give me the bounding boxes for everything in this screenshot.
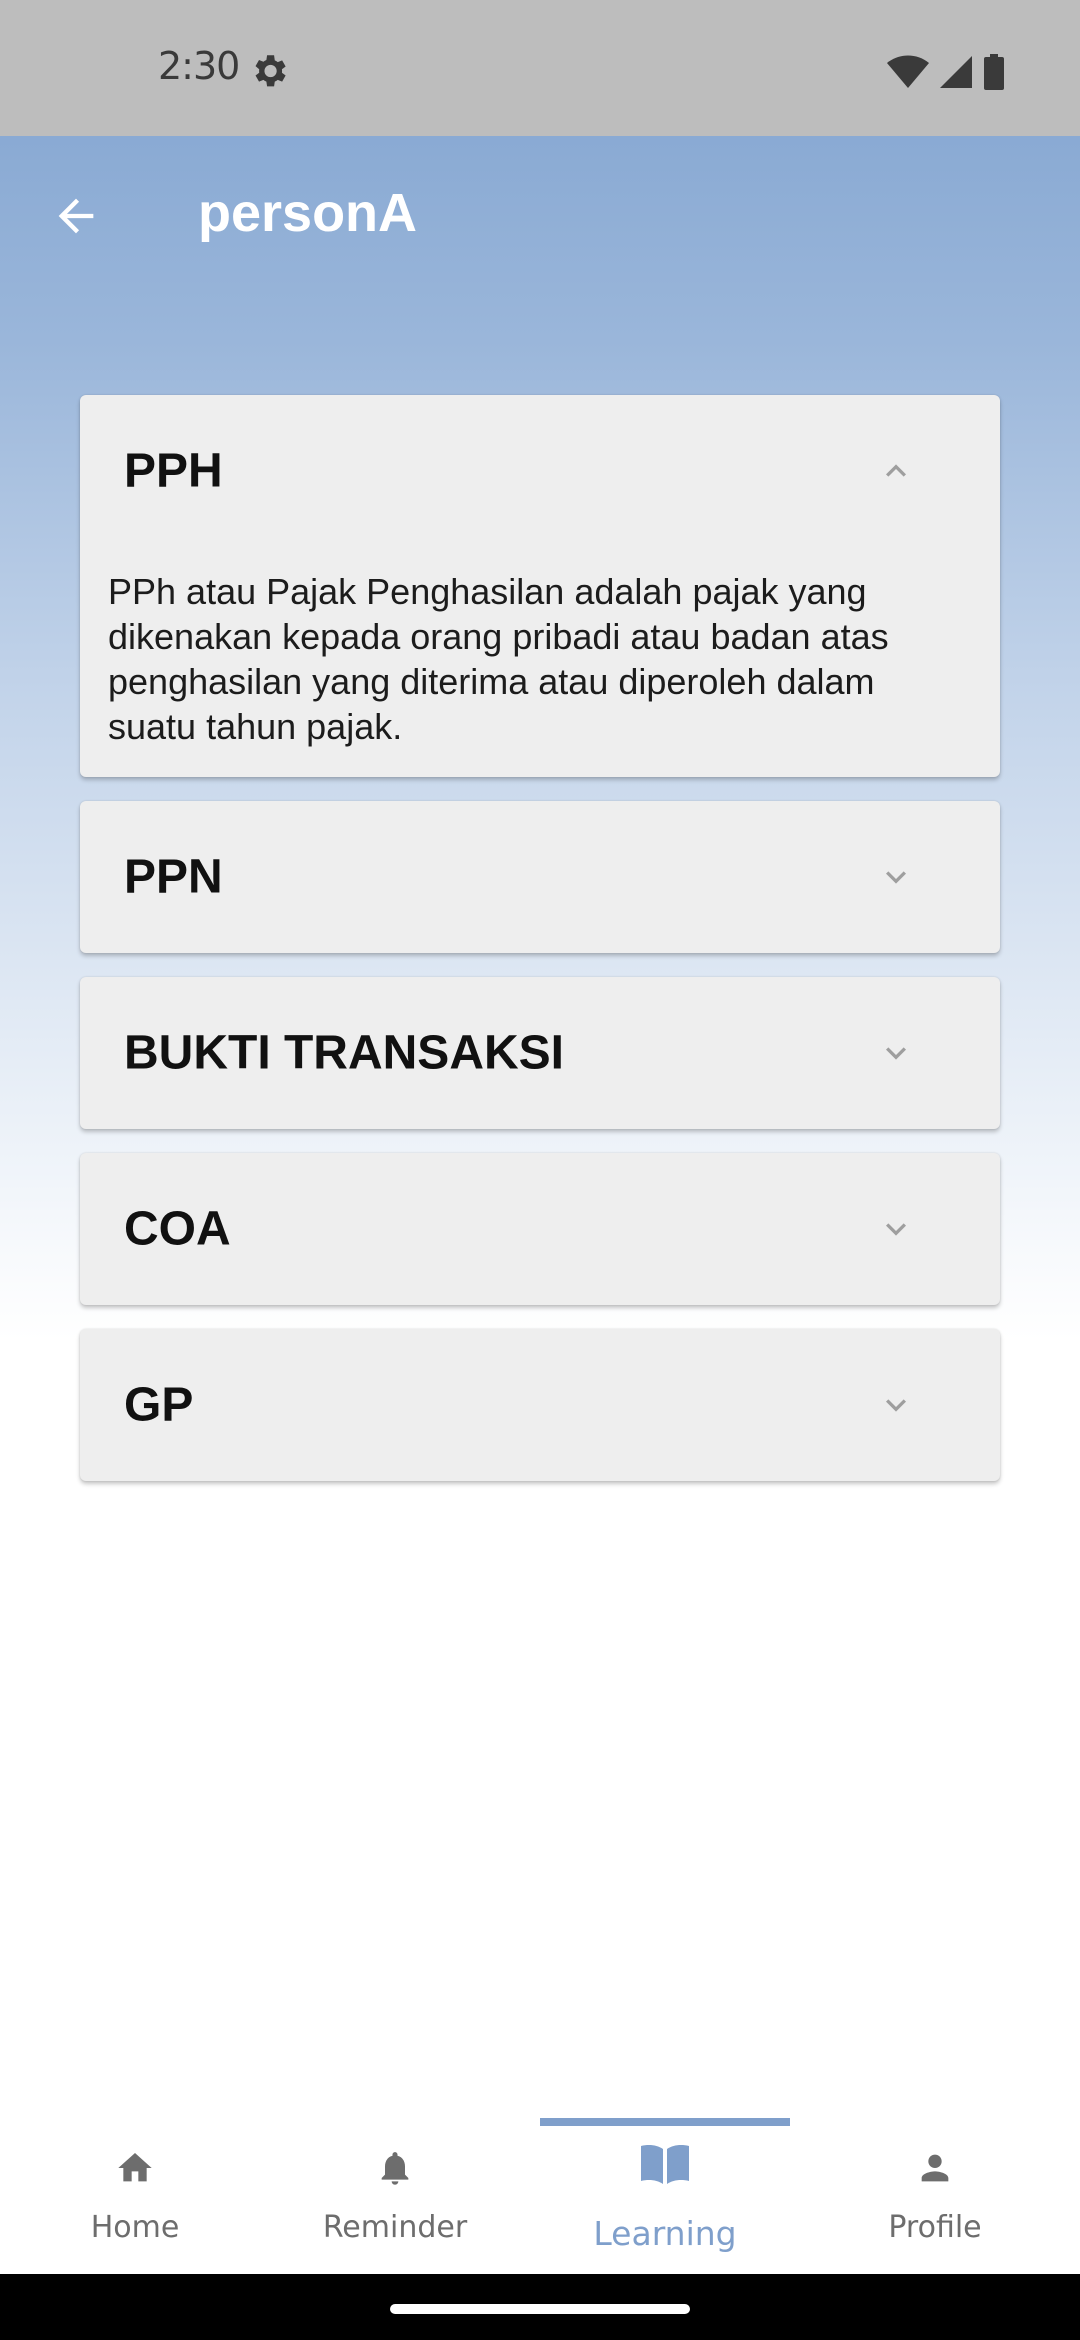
accordion-title: COA: [124, 1202, 231, 1256]
home-icon: [118, 2153, 152, 2182]
accordion-title: PPN: [124, 850, 223, 904]
accordion-header-pph[interactable]: PPH: [80, 395, 1000, 547]
chevron-down-icon: [886, 1047, 906, 1060]
nav-label: Home: [90, 2210, 180, 2245]
battery-icon: [984, 54, 1004, 90]
nav-item-reminder[interactable]: Reminder: [260, 2110, 530, 2274]
bell-icon: [381, 2152, 409, 2185]
nav-item-profile[interactable]: Profile: [800, 2110, 1070, 2274]
accordion-panel-ppn: PPN: [80, 801, 1000, 953]
accordion-title: BUKTI TRANSAKSI: [124, 1026, 564, 1080]
accordion-panel-coa: COA: [80, 1153, 1000, 1305]
book-icon: [641, 2145, 689, 2184]
accordion-header-coa[interactable]: COA: [80, 1153, 1000, 1305]
nav-item-home[interactable]: Home: [0, 2110, 270, 2274]
accordion-panel-gp: GP: [80, 1329, 1000, 1481]
accordion-header-bukti-transaksi[interactable]: BUKTI TRANSAKSI: [80, 977, 1000, 1129]
nav-label: Profile: [888, 2210, 982, 2245]
nav-label: Reminder: [322, 2210, 468, 2245]
accordion-content-pph: PPh atau Pajak Penghasilan adalah pajak …: [108, 571, 889, 747]
arrow-left-icon: [58, 198, 94, 234]
learning-accordion: PPH PPh atau Pajak Penghasilan adalah pa…: [80, 395, 1000, 1505]
accordion-title: GP: [124, 1378, 194, 1432]
accordion-panel-bukti-transaksi: BUKTI TRANSAKSI: [80, 977, 1000, 1129]
bottom-navigation: Home Reminder Learning Profile: [0, 2110, 1080, 2274]
accordion-header-ppn[interactable]: PPN: [80, 801, 1000, 953]
app-bar: personA: [0, 136, 1080, 292]
chevron-down-icon: [886, 871, 906, 884]
system-gesture-bar: [0, 2274, 1080, 2340]
chevron-up-icon: [886, 464, 906, 477]
chevron-down-icon: [886, 1223, 906, 1236]
status-icons: [886, 52, 1006, 92]
settings-icon: [255, 55, 286, 87]
status-time: 2:30: [158, 44, 240, 88]
chevron-down-icon: [886, 1399, 906, 1412]
learning-screen: 2:30 personA PPH PPh atau Pajak Penghasi…: [0, 0, 1080, 2340]
accordion-header-gp[interactable]: GP: [80, 1329, 1000, 1481]
person-icon: [921, 2154, 949, 2182]
nav-item-learning[interactable]: Learning: [530, 2110, 800, 2274]
accordion-title: PPH: [124, 444, 223, 498]
accordion-panel-pph: PPH PPh atau Pajak Penghasilan adalah pa…: [80, 395, 1000, 777]
nav-label: Learning: [593, 2214, 737, 2253]
wifi-icon: [887, 55, 929, 88]
back-button[interactable]: [40, 180, 112, 252]
signal-icon: [940, 56, 972, 88]
status-bar: 2:30: [0, 0, 1080, 136]
page-title: personA: [198, 183, 418, 243]
home-gesture-handle[interactable]: [390, 2304, 690, 2314]
